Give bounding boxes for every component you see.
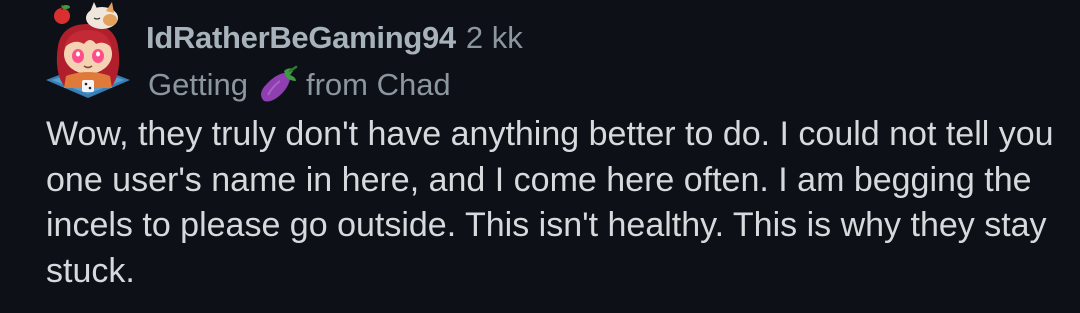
- user-flair: Getting from Chad: [148, 64, 451, 106]
- user-avatar[interactable]: [44, 2, 132, 100]
- flair-text-after: from Chad: [305, 67, 451, 102]
- comment-header: IdRatherBeGaming94 2 kk: [146, 20, 523, 60]
- anime-girl-with-cat-avatar-icon: [46, 2, 130, 98]
- comment-age: 2 kk: [465, 20, 523, 55]
- username-link[interactable]: IdRatherBeGaming94: [146, 20, 456, 56]
- flair-text-before: Getting: [148, 67, 248, 102]
- comment: IdRatherBeGaming94 2 kk Getting from Cha…: [0, 0, 1080, 313]
- comment-body: Wow, they truly don't have anything bett…: [46, 115, 1054, 290]
- eggplant-emoji-icon: [256, 65, 300, 105]
